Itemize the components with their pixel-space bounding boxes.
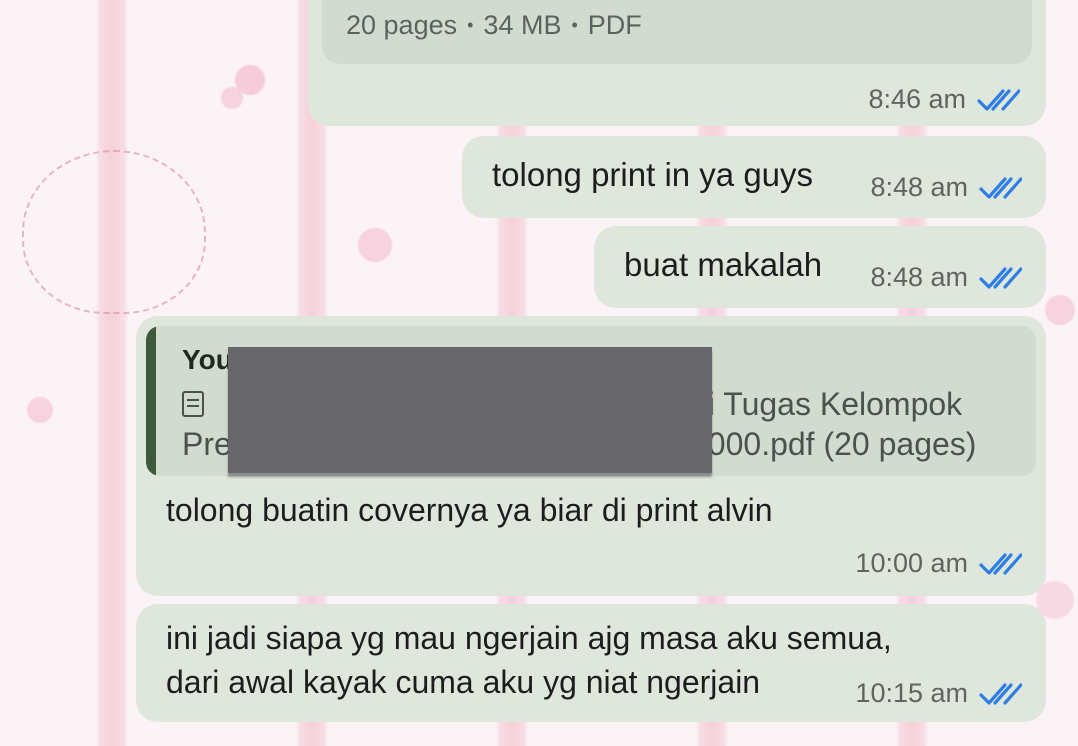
message-meta: 8:48 am xyxy=(870,262,1023,293)
document-pages: 20 pages xyxy=(346,10,458,40)
redaction-box xyxy=(228,347,712,473)
quoted-filename-part: Pre xyxy=(182,426,232,462)
message-text: tolong buatin covernya ya biar di print … xyxy=(166,492,773,528)
message-text-line: ini jadi siapa yg mau ngerjain ajg masa … xyxy=(166,620,892,656)
message-time: 10:15 am xyxy=(855,678,968,708)
message-meta: 8:46 am xyxy=(868,84,1021,115)
separator-dot: • xyxy=(467,15,474,35)
message-text-line: dari awal kayak cuma aku yg niat ngerjai… xyxy=(166,664,761,700)
quote-accent-bar xyxy=(146,326,156,476)
message-bubble[interactable]: buat makalah 8:48 am xyxy=(594,226,1046,308)
message-text: tolong print in ya guys xyxy=(492,156,814,193)
wallpaper-decoration xyxy=(22,150,206,314)
message-time: 8:48 am xyxy=(870,262,968,292)
message-bubble[interactable]: tolong print in ya guys 8:48 am xyxy=(462,136,1046,218)
double-check-icon xyxy=(978,681,1023,707)
document-icon xyxy=(182,391,204,417)
double-check-icon xyxy=(978,551,1023,577)
message-meta: 8:48 am xyxy=(870,172,1023,203)
quoted-filename-part: 000.pdf (20 pages) xyxy=(707,426,977,462)
message-time: 8:48 am xyxy=(870,172,968,202)
message-bubble[interactable]: ini jadi siapa yg mau ngerjain ajg masa … xyxy=(136,604,1046,722)
message-text: buat makalah xyxy=(624,246,823,283)
double-check-icon xyxy=(976,87,1021,113)
message-time: 10:00 am xyxy=(855,548,968,578)
quoted-sender: You xyxy=(182,344,233,375)
double-check-icon xyxy=(978,175,1023,201)
document-size: 34 MB xyxy=(483,10,562,40)
document-message[interactable]: 20 pages • 34 MB • PDF 8:46 am xyxy=(308,0,1046,126)
message-time: 8:46 am xyxy=(868,84,966,114)
double-check-icon xyxy=(978,265,1023,291)
separator-dot: • xyxy=(571,15,578,35)
document-preview[interactable]: 20 pages • 34 MB • PDF xyxy=(322,0,1032,64)
document-info: 20 pages • 34 MB • PDF xyxy=(346,10,642,41)
message-meta: 10:15 am xyxy=(855,678,1023,709)
quoted-filename-part: ni Tugas Kelompok xyxy=(690,386,963,422)
message-meta: 10:00 am xyxy=(855,548,1023,579)
document-type: PDF xyxy=(587,10,642,40)
